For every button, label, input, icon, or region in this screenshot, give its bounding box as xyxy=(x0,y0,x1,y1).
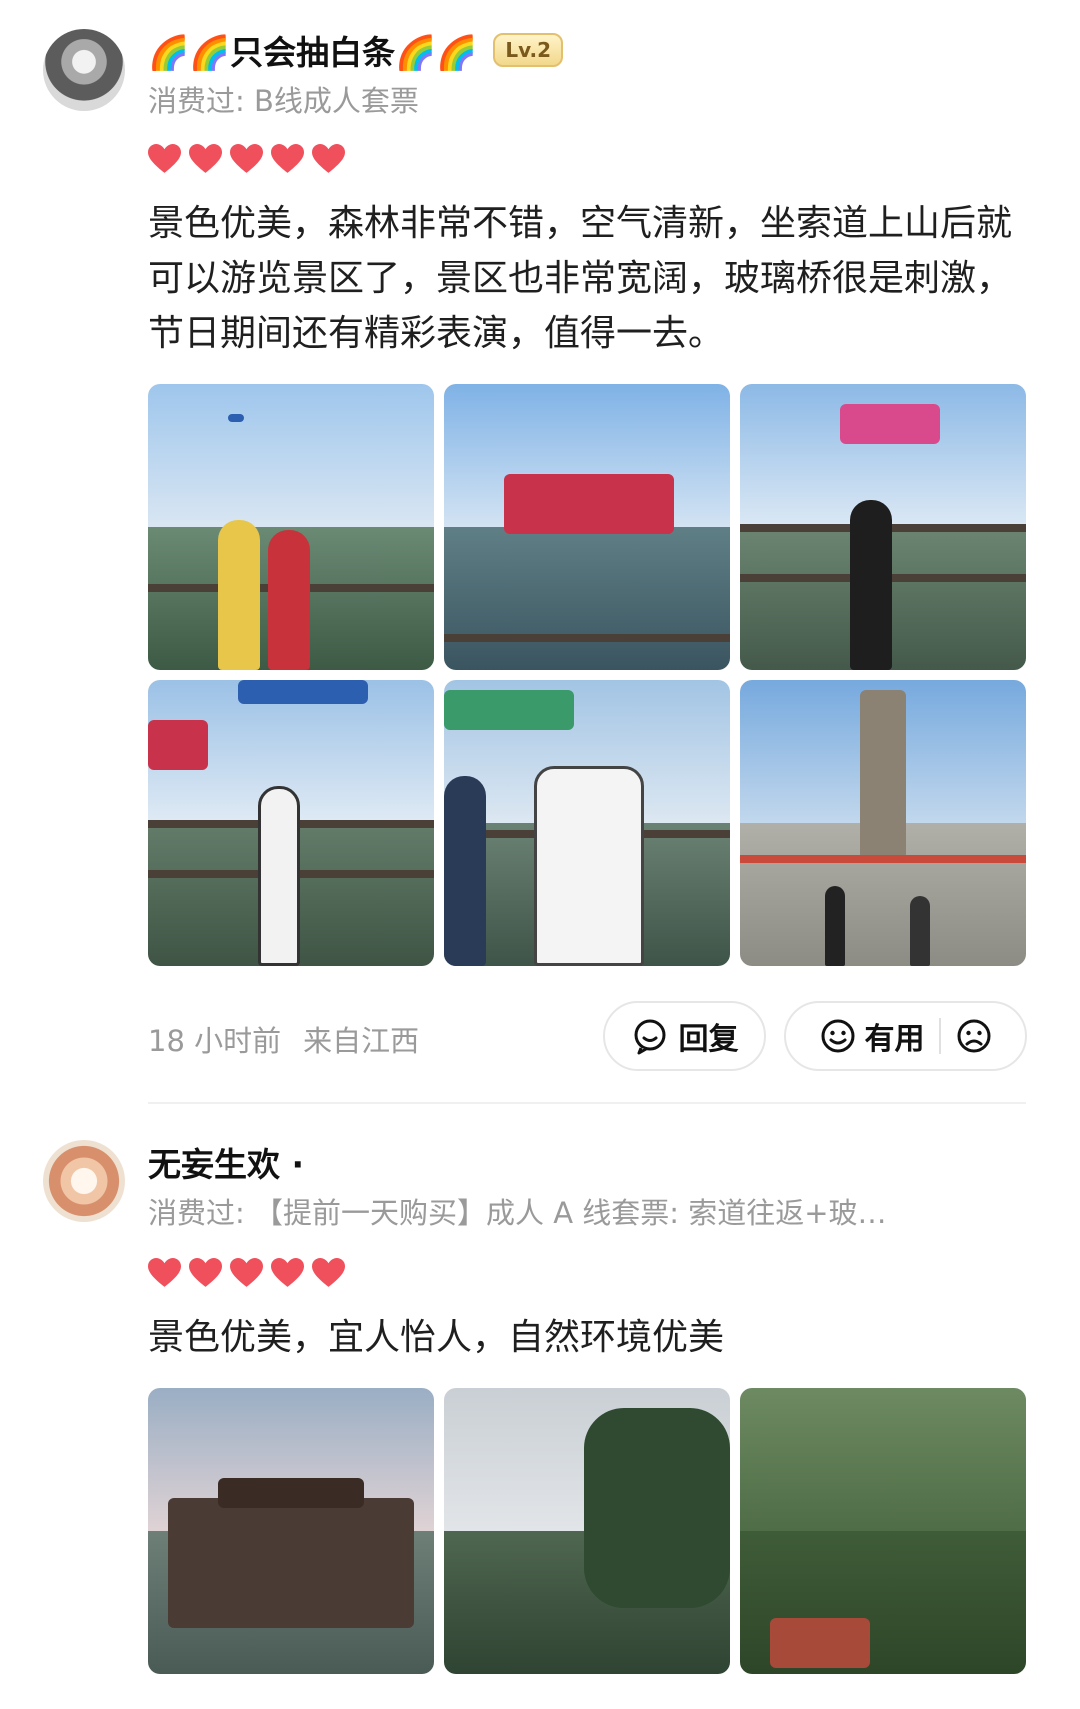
review-photo[interactable] xyxy=(740,384,1026,670)
heart-icon xyxy=(148,1258,181,1287)
review-location: 来自江西 xyxy=(303,1024,420,1058)
review-meta: 18 小时前 来自江西 xyxy=(148,1018,419,1060)
username[interactable]: 🌈🌈只会抽白条🌈🌈 xyxy=(148,26,477,74)
photo-grid xyxy=(148,384,1026,966)
rating-hearts xyxy=(148,144,345,174)
user-line: 无妄生欢 · xyxy=(148,1138,304,1186)
review-photo[interactable] xyxy=(148,1388,434,1674)
separator xyxy=(148,1102,1026,1104)
comment-icon xyxy=(634,1019,665,1055)
review-photo[interactable] xyxy=(740,680,1026,966)
avatar[interactable] xyxy=(43,29,125,111)
review-photo[interactable] xyxy=(444,384,730,670)
useful-label[interactable]: 有用 xyxy=(865,1014,925,1058)
heart-icon xyxy=(230,144,263,173)
review-photo[interactable] xyxy=(444,1388,730,1674)
review-photo[interactable] xyxy=(148,384,434,670)
heart-icon xyxy=(189,1258,222,1287)
rating-hearts xyxy=(148,1258,345,1288)
frown-icon[interactable] xyxy=(955,1017,993,1055)
heart-icon xyxy=(312,1258,345,1287)
user-line: 🌈🌈只会抽白条🌈🌈 Lv.2 xyxy=(148,26,564,74)
heart-icon xyxy=(189,144,222,173)
avatar[interactable] xyxy=(43,1140,125,1222)
reply-label: 回复 xyxy=(678,1022,739,1057)
heart-icon xyxy=(148,144,181,173)
consumed-product: 消费过: 【提前一天购买】成人 A 线套票: 索道往返+玻… xyxy=(148,1196,887,1230)
useful-button-group: 有用 xyxy=(784,1001,1027,1071)
review-feed: 🌈🌈只会抽白条🌈🌈 Lv.2 消费过: B线成人套票 景色优美，森林非常不错，空… xyxy=(0,0,1080,1709)
username[interactable]: 无妄生欢 · xyxy=(148,1138,304,1186)
review-text: 景色优美，宜人怡人，自然环境优美 xyxy=(148,1317,725,1358)
heart-icon xyxy=(271,1258,304,1287)
level-badge: Lv.2 xyxy=(493,33,564,67)
review-text: 景色优美，森林非常不错，空气清新，坐索道上山后就可以游览景区了，景区也非常宽阔，… xyxy=(148,203,1013,354)
heart-icon xyxy=(271,144,304,173)
reply-button[interactable]: 回复 xyxy=(603,1001,766,1071)
review-time: 18 小时前 xyxy=(148,1024,282,1058)
review-photo[interactable] xyxy=(148,680,434,966)
review-photo[interactable] xyxy=(740,1388,1026,1674)
heart-icon xyxy=(230,1258,263,1287)
review-photo[interactable] xyxy=(444,680,730,966)
consumed-product: 消费过: B线成人套票 xyxy=(148,84,419,118)
photo-grid xyxy=(148,1388,1026,1674)
divider xyxy=(938,1018,941,1054)
smile-icon[interactable] xyxy=(819,1017,857,1055)
heart-icon xyxy=(312,144,345,173)
